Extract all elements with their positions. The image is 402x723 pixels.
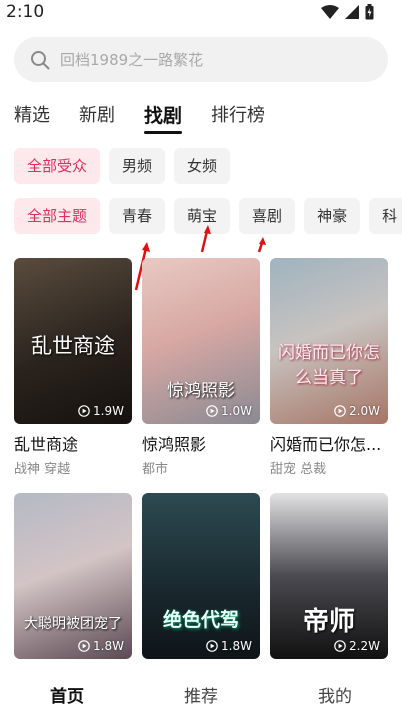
status-icons [321,4,374,20]
play-count: 1.9W [78,404,124,418]
bottom-nav: 首页 推荐 我的 [0,665,402,723]
poster-image[interactable]: 大聪明被团宠了 1.8W [14,493,132,659]
nav-home[interactable]: 首页 [7,682,127,707]
poster-title: 闪婚而已你怎么当真了 [278,343,380,388]
chip-male[interactable]: 男频 [109,148,166,184]
status-bar: 2:10 [0,0,402,26]
poster-image[interactable]: 绝色代驾 1.8W [142,493,260,659]
poster-image[interactable]: 闪婚而已你怎么当真了 2.0W [270,258,388,424]
play-count: 1.0W [206,404,252,418]
search-icon [31,50,50,69]
play-count-value: 1.9W [93,404,124,418]
play-count-value: 1.0W [221,404,252,418]
drama-card[interactable]: 闪婚而已你怎么当真了 2.0W 闪婚而已你怎... 甜宠 总裁 [270,258,388,477]
battery-icon [365,4,374,20]
play-icon [206,640,218,652]
card-title: 惊鸿照影 [142,435,207,454]
card-title: 乱世商途 [14,435,79,454]
play-icon [78,640,90,652]
drama-card[interactable]: 乱世商途 1.9W 乱世商途 战神 穿越 [14,258,132,477]
play-icon [334,405,346,417]
poster-image[interactable]: 帝师 2.2W [270,493,388,659]
card-tags: 都市 [142,462,169,477]
annotation-arrow-3 [257,237,266,253]
play-icon [334,640,346,652]
play-count: 1.8W [78,639,124,653]
signal-icon [345,5,359,19]
audience-filter-row: 全部受众 男频 女频 [14,148,231,184]
play-count: 1.8W [206,639,252,653]
status-time: 2:10 [6,2,45,22]
card-title: 闪婚而已你怎... [270,435,382,454]
chip-all-themes[interactable]: 全部主题 [14,198,101,234]
tab-featured[interactable]: 精选 [14,103,50,129]
main-tabs: 精选 新剧 找剧 排行榜 [14,103,294,134]
poster-title: 帝师 [302,607,355,637]
drama-card[interactable]: 大聪明被团宠了 1.8W [14,493,132,659]
poster-image[interactable]: 惊鸿照影 1.0W [142,258,260,424]
annotation-arrow-2 [200,225,211,253]
search-bar[interactable]: 回档1989之一路繁花 [14,37,388,82]
play-icon [78,405,90,417]
play-icon [206,405,218,417]
poster-title: 惊鸿照影 [167,381,235,401]
nav-profile[interactable]: 我的 [275,682,395,707]
nav-recommend[interactable]: 推荐 [141,682,261,707]
tab-find[interactable]: 找剧 [144,103,183,134]
play-count: 2.2W [334,639,380,653]
wifi-icon [321,5,339,19]
chip-youth[interactable]: 青春 [109,198,166,234]
card-tags: 战神 穿越 [14,462,71,477]
chip-all-audience[interactable]: 全部受众 [14,148,101,184]
play-count-value: 2.2W [349,639,380,653]
drama-card[interactable]: 绝色代驾 1.8W [142,493,260,659]
poster-title: 绝色代驾 [162,609,239,631]
poster-title: 乱世商途 [31,334,115,358]
chip-female[interactable]: 女频 [174,148,231,184]
drama-card[interactable]: 帝师 2.2W [270,493,388,659]
play-count-value: 2.0W [349,404,380,418]
tab-new[interactable]: 新剧 [79,103,115,129]
poster-title: 大聪明被团宠了 [24,616,122,632]
chip-sci-partial[interactable]: 科 [369,198,402,234]
tab-ranking[interactable]: 排行榜 [211,103,265,129]
chip-tycoon[interactable]: 神豪 [304,198,361,234]
chip-comedy[interactable]: 喜剧 [239,198,296,234]
play-count-value: 1.8W [221,639,252,653]
play-count-value: 1.8W [93,639,124,653]
drama-card[interactable]: 惊鸿照影 1.0W 惊鸿照影 都市 [142,258,260,477]
search-placeholder: 回档1989之一路繁花 [60,51,204,69]
card-tags: 甜宠 总裁 [270,462,327,477]
play-count: 2.0W [334,404,380,418]
poster-image[interactable]: 乱世商途 1.9W [14,258,132,424]
